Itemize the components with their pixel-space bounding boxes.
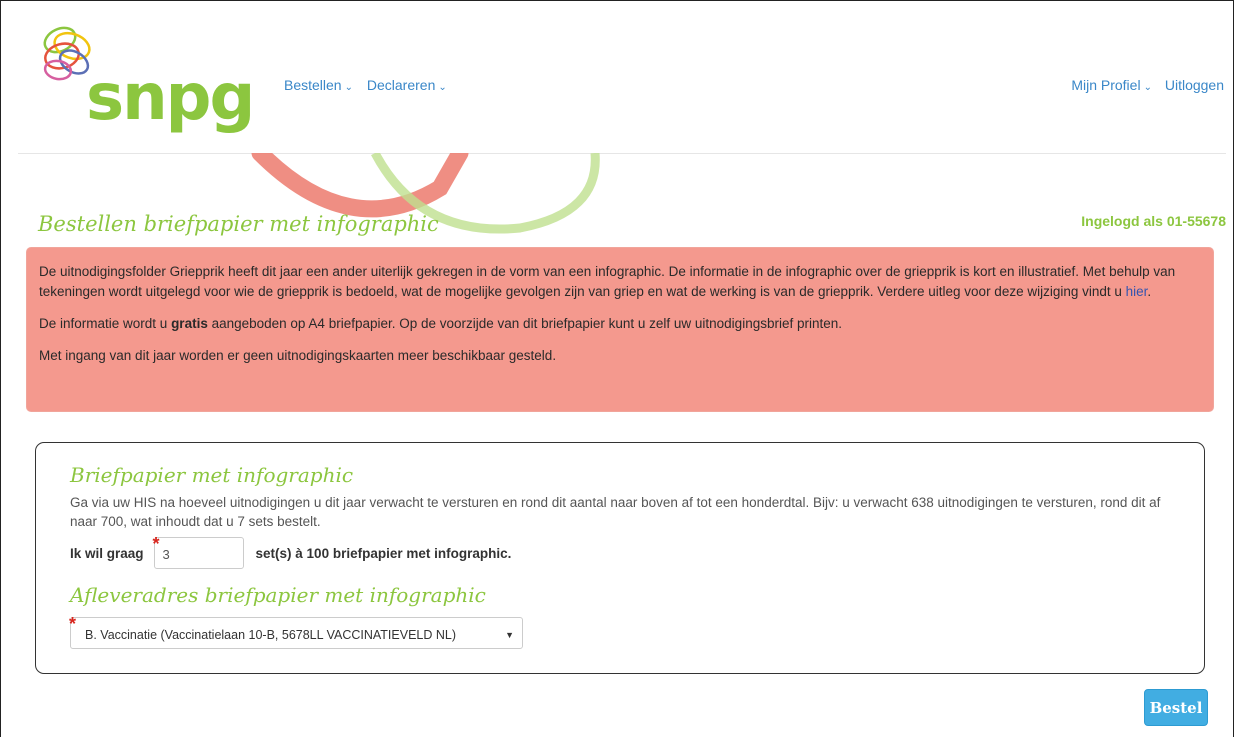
- nav-bestellen[interactable]: Bestellen ⌄: [284, 77, 353, 93]
- order-intro: Ga via uw HIS na hoeveel uitnodigingen u…: [70, 495, 1161, 529]
- quantity-suffix: set(s) à 100 briefpapier met infographic…: [255, 545, 512, 561]
- order-heading: Briefpapier met infographic: [70, 463, 354, 487]
- required-asterisk: *: [69, 614, 77, 634]
- quantity-label: Ik wil graag: [70, 545, 144, 561]
- alert-text-2-end: aangeboden op A4 briefpapier. Op de voor…: [207, 316, 842, 331]
- main-nav: Bestellen ⌄ Declareren ⌄: [284, 77, 457, 93]
- dropdown-arrow-icon: ▼: [505, 630, 514, 640]
- snpg-logo[interactable]: snpg: [38, 22, 270, 150]
- alert-text-2-bold: gratis: [171, 316, 208, 331]
- nav-declareren[interactable]: Declareren ⌄: [367, 77, 447, 93]
- quantity-value: 3: [162, 547, 170, 562]
- nav-mijn-profiel[interactable]: Mijn Profiel ⌄: [1071, 77, 1152, 93]
- nav-uitloggen[interactable]: Uitloggen: [1165, 77, 1224, 93]
- order-panel: Briefpapier met infographic Ga via uw HI…: [35, 442, 1205, 674]
- logo-wordmark: snpg: [86, 61, 255, 135]
- chevron-down-icon: ⌄: [1143, 82, 1152, 93]
- quantity-input[interactable]: * 3: [152, 534, 244, 569]
- quantity-row: Ik wil graag * 3 set(s) à 100 briefpapie…: [70, 534, 1170, 569]
- nav-declareren-label: Declareren: [366, 77, 436, 93]
- bestel-button[interactable]: Bestel: [1144, 689, 1208, 726]
- alert-paragraph-1: De uitnodigingsfolder Griepprik heeft di…: [39, 262, 1201, 302]
- alert-text-1-end: .: [1147, 284, 1152, 299]
- alert-text-2-start: De informatie wordt u: [39, 316, 172, 331]
- info-alert: De uitnodigingsfolder Griepprik heeft di…: [26, 247, 1214, 412]
- hier-link[interactable]: hier: [1126, 284, 1148, 299]
- alert-text-1: De uitnodigingsfolder Griepprik heeft di…: [39, 264, 1176, 299]
- address-heading: Afleveradres briefpapier met infographic: [70, 583, 486, 607]
- chevron-down-icon: ⌄: [344, 82, 353, 93]
- page-title: Bestellen briefpapier met infographic: [38, 212, 439, 236]
- chevron-down-icon: ⌄: [438, 82, 447, 93]
- alert-paragraph-2: De informatie wordt u gratis aangeboden …: [39, 314, 1201, 334]
- nav-mijn-profiel-label: Mijn Profiel: [1071, 77, 1141, 93]
- login-status: Ingelogd als 01-55678: [1081, 213, 1226, 229]
- address-selected-value: B. Vaccinatie (Vaccinatielaan 10-B, 5678…: [85, 628, 457, 642]
- address-select[interactable]: * B. Vaccinatie (Vaccinatielaan 10-B, 56…: [69, 614, 523, 649]
- required-asterisk: *: [152, 534, 160, 554]
- nav-bestellen-label: Bestellen: [284, 77, 342, 93]
- alert-paragraph-3: Met ingang van dit jaar worden er geen u…: [39, 348, 557, 363]
- header-divider: [18, 153, 1226, 154]
- user-nav: Mijn Profiel ⌄ Uitloggen: [1062, 77, 1224, 93]
